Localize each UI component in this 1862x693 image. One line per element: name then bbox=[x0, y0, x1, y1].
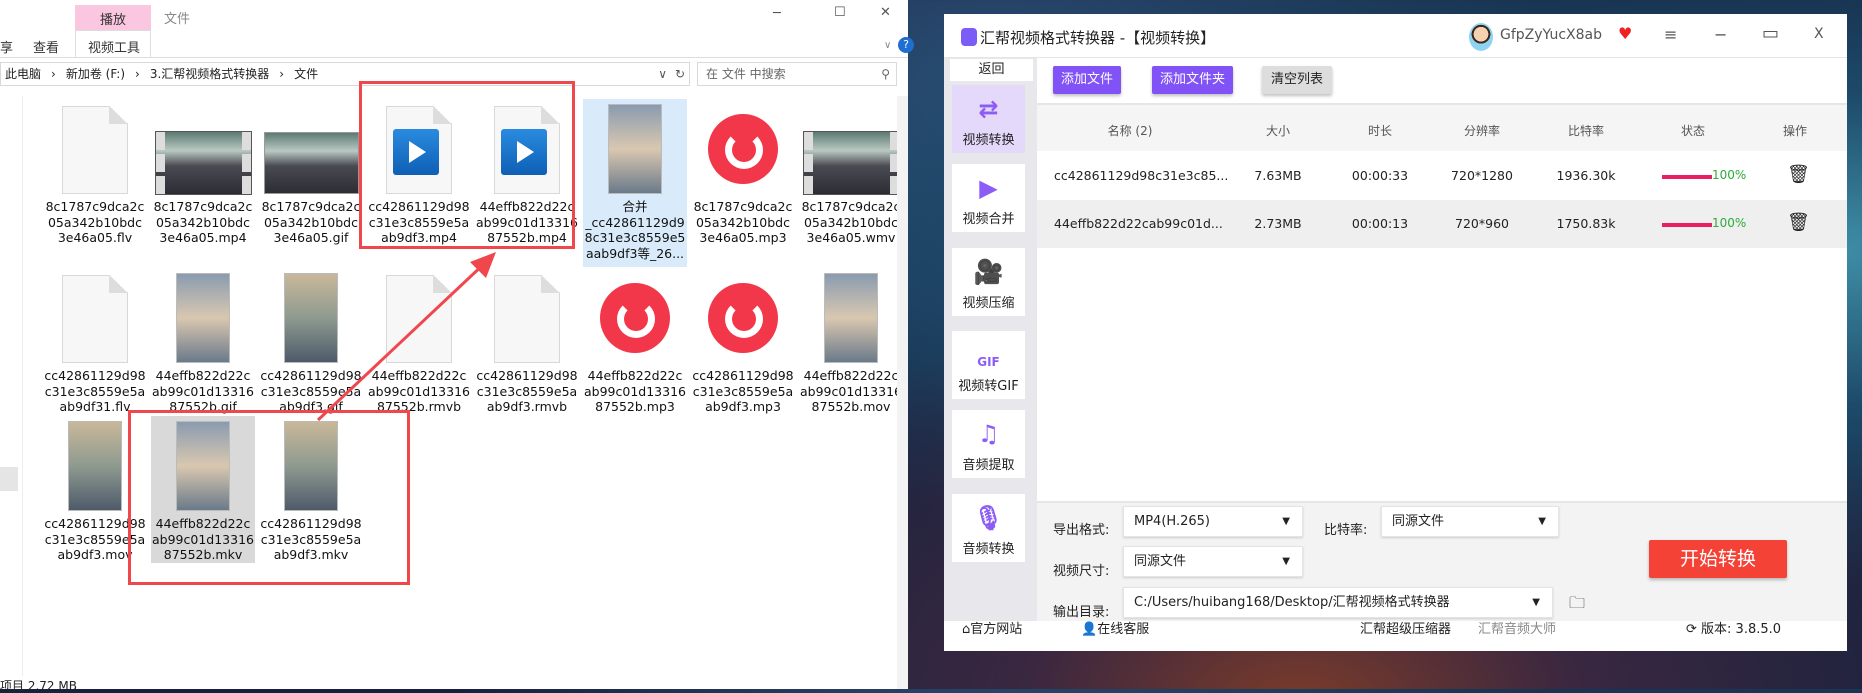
output-dir-label: 输出目录: bbox=[1053, 605, 1110, 620]
format-value: MP4(H.265) bbox=[1134, 514, 1210, 529]
output-dir-value: C:/Users/huibang168/Desktop/汇帮视频格式转换器 bbox=[1134, 595, 1450, 610]
cell-name: cc42861129d98c31e3c85... bbox=[1054, 168, 1229, 183]
sidebar-item-3[interactable]: GIF 视频转GIF bbox=[952, 331, 1025, 399]
cell-resolution: 720*1280 bbox=[1451, 168, 1513, 183]
header-duration[interactable]: 时长 bbox=[1368, 122, 1392, 139]
sidebar-item-4[interactable]: ♫ 音频提取 bbox=[952, 410, 1025, 478]
size-label: 视频尺寸: bbox=[1053, 564, 1110, 579]
minimize-button[interactable]: − bbox=[1714, 25, 1727, 44]
status-text: 100% bbox=[1712, 216, 1747, 230]
output-dir-select[interactable]: C:/Users/huibang168/Desktop/汇帮视频格式转换器 ▼ bbox=[1123, 587, 1553, 618]
status-bar-text: 项目 2.72 MB bbox=[0, 679, 77, 693]
sidebar-item-label: 视频转换 bbox=[962, 133, 1015, 148]
video-compress-icon: 🎥 bbox=[973, 258, 1004, 286]
progress-fill bbox=[1662, 223, 1712, 227]
music-note-icon: ♫ bbox=[977, 420, 1000, 448]
dropdown-arrow-icon: ▼ bbox=[1282, 556, 1290, 567]
website-label: 官方网站 bbox=[970, 622, 1023, 637]
header-status[interactable]: 状态 bbox=[1681, 122, 1705, 139]
progress-bar bbox=[1662, 175, 1712, 179]
cell-size: 2.73MB bbox=[1254, 216, 1302, 231]
app-logo-icon bbox=[961, 28, 977, 46]
cell-resolution: 720*960 bbox=[1455, 216, 1509, 231]
compressor-link[interactable]: 汇帮超级压缩器 bbox=[1360, 620, 1451, 640]
folder-open-icon[interactable]: 🗀 bbox=[1569, 592, 1585, 619]
header-bitrate[interactable]: 比特率 bbox=[1568, 122, 1604, 139]
start-convert-button[interactable]: 开始转换 bbox=[1649, 540, 1787, 578]
add-folder-button[interactable]: 添加文件夹 bbox=[1152, 66, 1233, 94]
version-info[interactable]: ⟳ 版本: 3.8.5.0 bbox=[1686, 620, 1781, 640]
progress-bar bbox=[1662, 223, 1712, 227]
format-select[interactable]: MP4(H.265) ▼ bbox=[1123, 506, 1303, 537]
table-row[interactable]: 44effb822d22cab99c01d... 2.73MB 00:00:13 72… bbox=[1037, 200, 1847, 248]
sidebar-item-label: 视频转GIF bbox=[958, 379, 1019, 394]
version-label: 版本: 3.8.5.0 bbox=[1701, 622, 1782, 637]
cell-duration: 00:00:33 bbox=[1351, 168, 1409, 183]
clear-list-button[interactable]: 清空列表 bbox=[1262, 66, 1332, 94]
username[interactable]: GfpZyYucX8ab bbox=[1500, 27, 1602, 43]
maximize-button[interactable]: ▭ bbox=[1762, 23, 1779, 44]
size-select[interactable]: 同源文件 ▼ bbox=[1123, 546, 1303, 577]
annotation-arrow bbox=[316, 252, 496, 422]
table-row[interactable]: cc42861129d98c31e3c85... 7.63MB 00:00:33 72… bbox=[1037, 152, 1847, 200]
bitrate-select[interactable]: 同源文件 ▼ bbox=[1381, 506, 1559, 537]
online-support-link[interactable]: 👤在线客服 bbox=[1081, 620, 1149, 640]
back-button[interactable]: 返回 bbox=[950, 59, 1033, 81]
sidebar-item-label: 视频合并 bbox=[962, 212, 1015, 227]
sidebar-item-label: 视频压缩 bbox=[962, 296, 1015, 311]
bitrate-label: 比特率: bbox=[1324, 523, 1368, 538]
sidebar-item-2[interactable]: 🎥 视频压缩 bbox=[952, 248, 1025, 316]
format-label: 导出格式: bbox=[1053, 523, 1110, 538]
sidebar-item-5[interactable]: 🎙 音频转换 bbox=[952, 494, 1025, 562]
refresh-icon: ⟳ bbox=[1686, 622, 1697, 637]
avatar[interactable] bbox=[1469, 23, 1493, 51]
header-size[interactable]: 大小 bbox=[1266, 122, 1290, 139]
cell-bitrate: 1936.30k bbox=[1556, 168, 1616, 183]
video-convert-icon: ⇄ bbox=[978, 95, 999, 123]
support-icon: 👤 bbox=[1081, 622, 1098, 637]
vertical-scrollbar[interactable] bbox=[897, 96, 908, 689]
trash-icon[interactable]: 🗑 bbox=[1787, 212, 1810, 233]
titlebar-divider bbox=[944, 57, 1847, 58]
audio-master-link[interactable]: 汇帮音频大师 bbox=[1478, 620, 1556, 640]
vip-icon[interactable]: ♥ bbox=[1618, 24, 1632, 43]
sidebar-item-label: 音频转换 bbox=[962, 542, 1015, 557]
trash-icon[interactable]: 🗑 bbox=[1787, 164, 1810, 185]
add-file-button[interactable]: 添加文件 bbox=[1053, 66, 1121, 94]
status-text: 100% bbox=[1712, 168, 1747, 182]
header-resolution[interactable]: 分辨率 bbox=[1464, 122, 1500, 139]
app-title: 汇帮视频格式转换器 -【视频转换】 bbox=[980, 29, 1216, 47]
cell-name: 44effb822d22cab99c01d... bbox=[1054, 216, 1223, 231]
cell-duration: 00:00:13 bbox=[1351, 216, 1409, 231]
file-explorer-window: 播放 文件 享 查看 视频工具 ─ ☐ ✕ ∨ ? 此电脑 › 新加卷 (F:) ›… bbox=[0, 0, 914, 693]
cell-bitrate: 1750.83k bbox=[1556, 216, 1616, 231]
progress-fill bbox=[1662, 175, 1712, 179]
support-label: 在线客服 bbox=[1097, 622, 1150, 637]
bitrate-value: 同源文件 bbox=[1392, 514, 1445, 529]
menu-button[interactable]: ≡ bbox=[1664, 25, 1677, 44]
header-name[interactable]: 名称 (2) bbox=[1108, 122, 1153, 139]
dropdown-arrow-icon: ▼ bbox=[1532, 597, 1540, 608]
header-actions[interactable]: 操作 bbox=[1783, 122, 1807, 139]
video-merge-icon: ▶ bbox=[979, 174, 998, 202]
sidebar-item-0[interactable]: ⇄ 视频转换 bbox=[952, 85, 1025, 153]
sidebar-item-label: 音频提取 bbox=[962, 458, 1015, 473]
gif-icon: GIF bbox=[977, 355, 1000, 369]
sidebar-item-1[interactable]: ▶ 视频合并 bbox=[952, 164, 1025, 232]
microphone-icon: 🎙 bbox=[973, 504, 1004, 532]
converter-app-window: 汇帮视频格式转换器 -【视频转换】 GfpZyYucX8ab ♥ ≡ − ▭ X… bbox=[944, 14, 1847, 651]
close-button[interactable]: X bbox=[1814, 26, 1824, 42]
dropdown-arrow-icon: ▼ bbox=[1538, 516, 1546, 527]
size-value: 同源文件 bbox=[1134, 554, 1187, 569]
table-header bbox=[1037, 103, 1847, 151]
dropdown-arrow-icon: ▼ bbox=[1282, 516, 1290, 527]
official-website-link[interactable]: ⌂官方网站 bbox=[962, 620, 1022, 640]
cell-size: 7.63MB bbox=[1254, 168, 1302, 183]
